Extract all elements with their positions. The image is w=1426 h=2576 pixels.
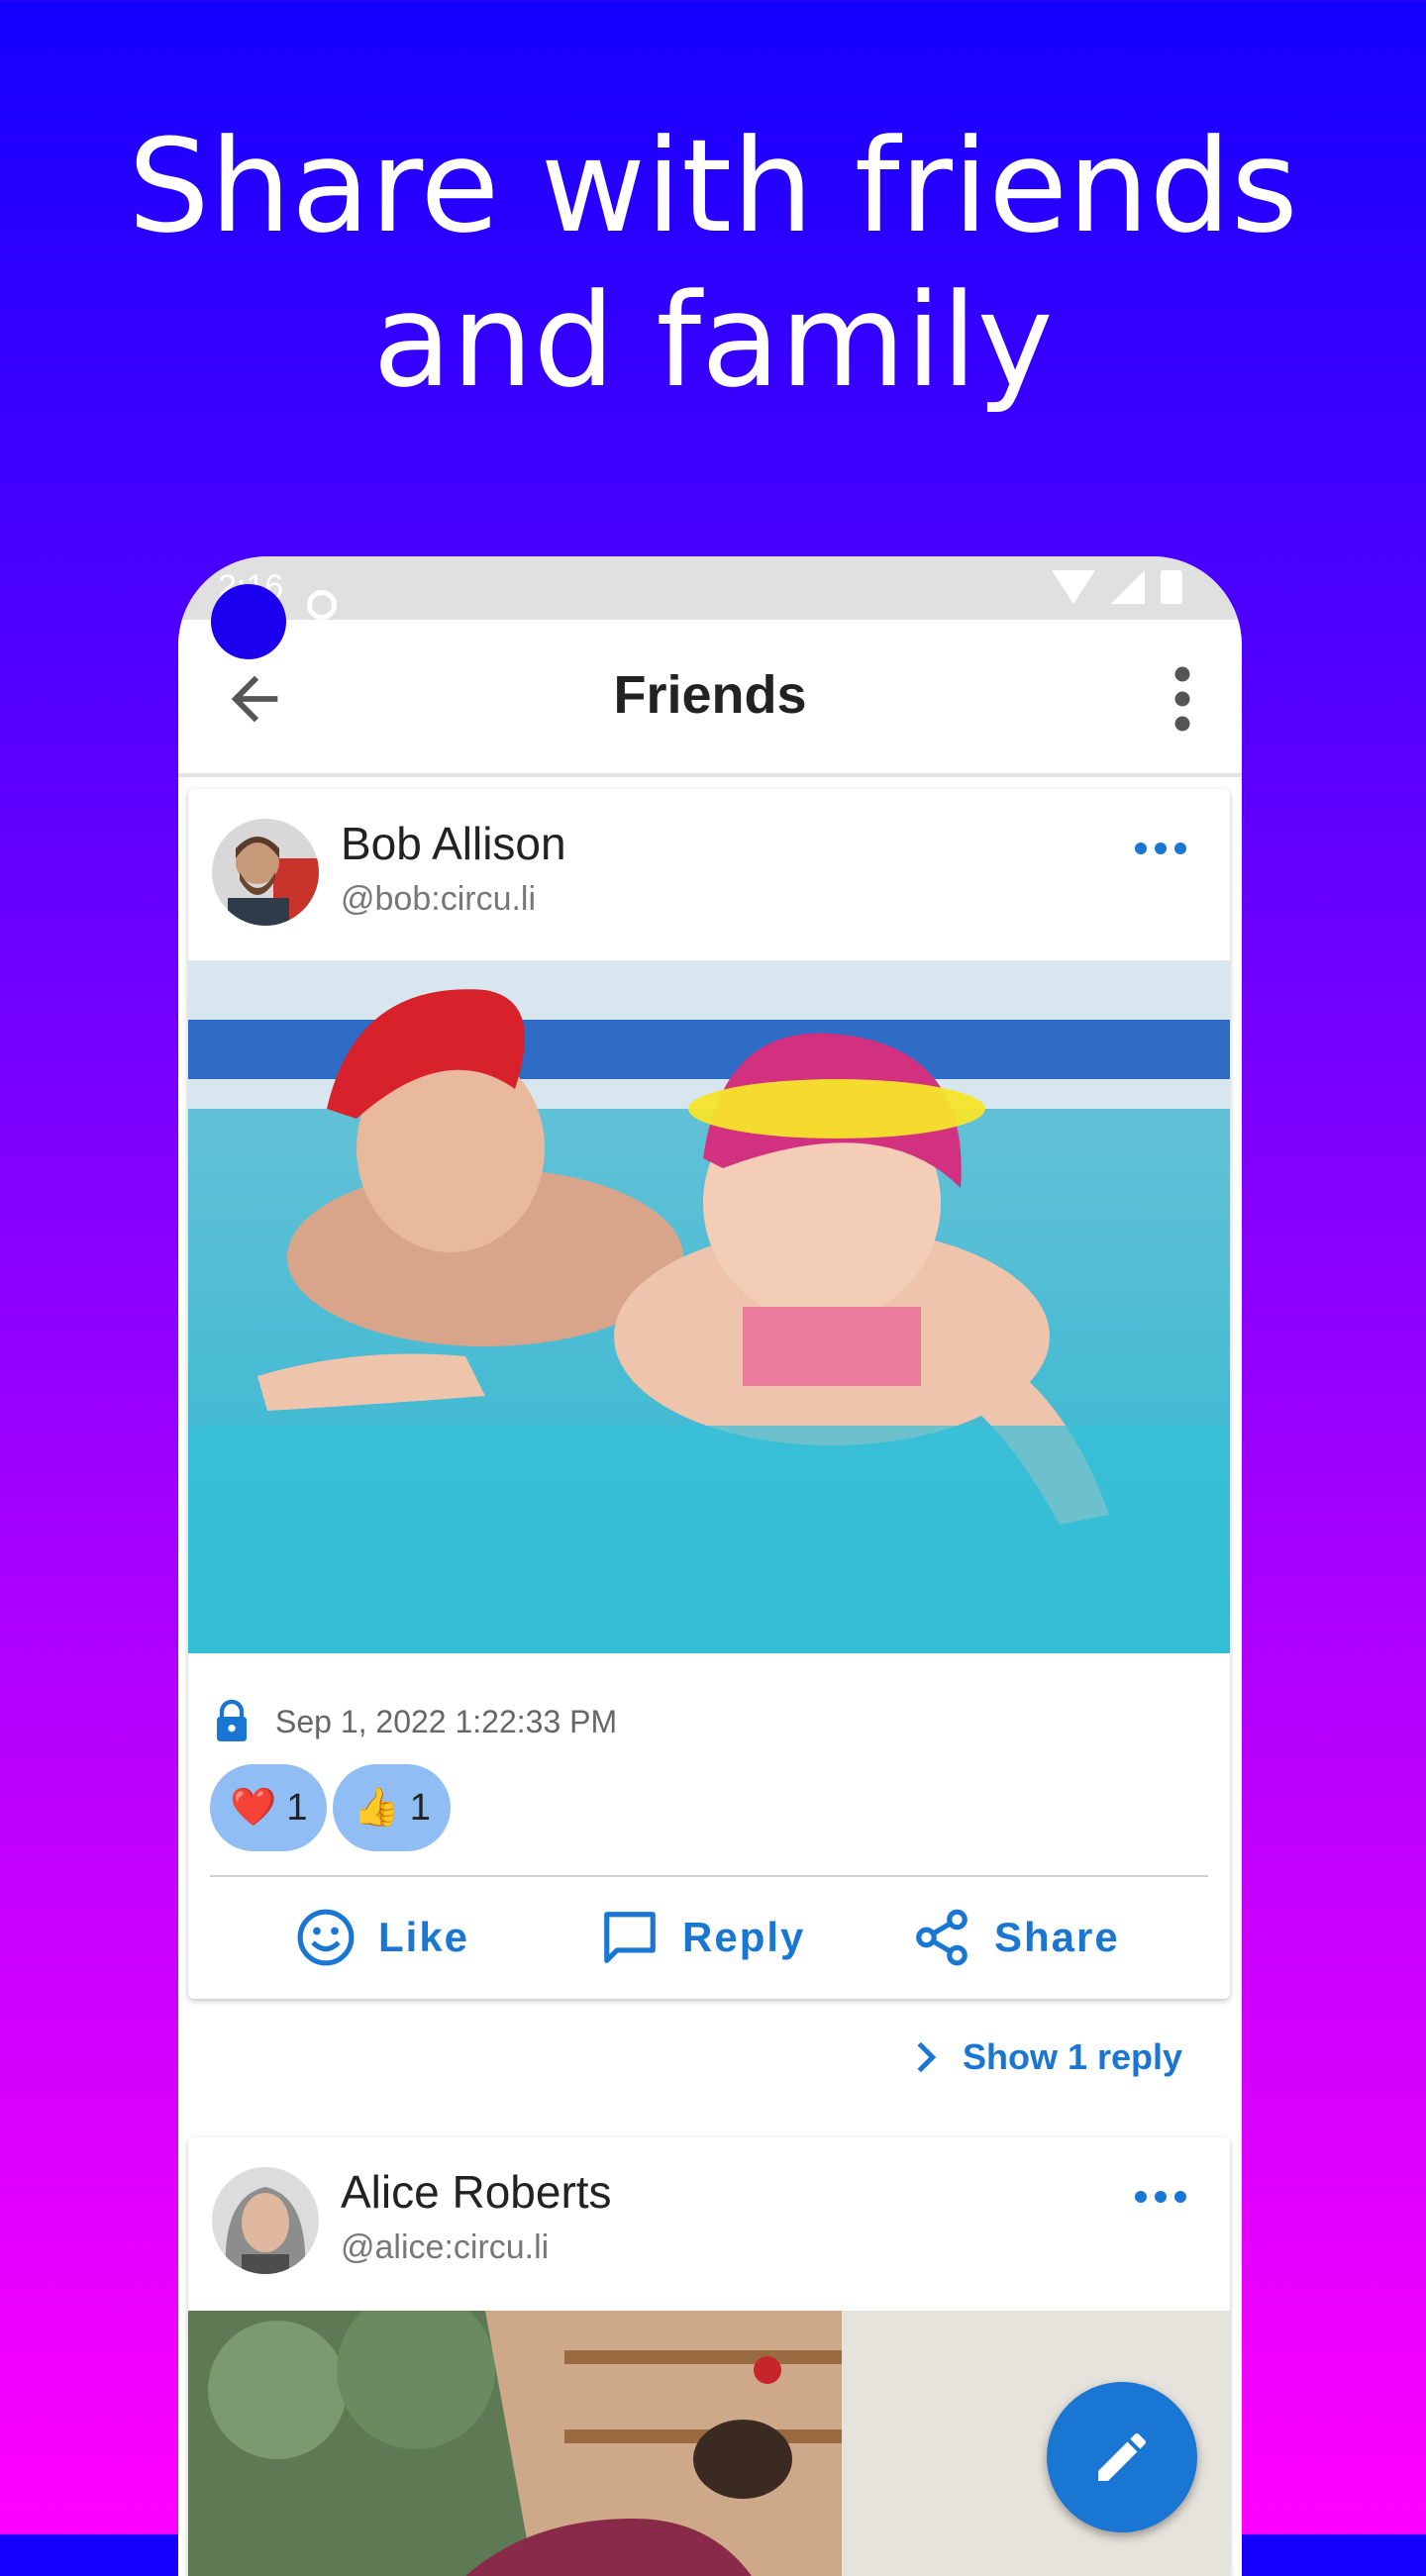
- show-replies-label: Show 1 reply: [963, 2036, 1183, 2077]
- page-title: Friends: [613, 665, 807, 725]
- more-horiz-icon[interactable]: [1135, 2177, 1194, 2217]
- promo-headline: Share with friends and family: [0, 109, 1426, 418]
- thumbs-up-emoji-icon: 👍: [353, 1787, 400, 1829]
- headline-line-1: Share with friends: [128, 111, 1298, 261]
- compose-button[interactable]: [1047, 2382, 1197, 2532]
- post-meta: Sep 1, 2022 1:22:33 PM: [212, 1700, 617, 1743]
- reactions: ❤️ 1 👍 1: [210, 1764, 451, 1851]
- author-handle: @bob:circu.li: [341, 880, 537, 918]
- sync-icon: [307, 590, 337, 620]
- share-icon: [916, 1909, 968, 1966]
- share-label: Share: [994, 1914, 1120, 1960]
- camera-cutout: [211, 584, 286, 659]
- reaction-chip-thumbs-up[interactable]: 👍 1: [333, 1764, 451, 1851]
- post-image[interactable]: [188, 960, 1230, 1653]
- app-bar: Friends: [178, 620, 1242, 777]
- share-button[interactable]: Share: [911, 1888, 1120, 1987]
- reaction-chip-heart[interactable]: ❤️ 1: [210, 1764, 328, 1851]
- author-handle: @alice:circu.li: [341, 2229, 550, 2266]
- show-replies-button[interactable]: Show 1 reply: [911, 2028, 1182, 2087]
- more-horiz-icon[interactable]: [1135, 829, 1194, 868]
- like-label: Like: [378, 1914, 470, 1960]
- author-name[interactable]: Alice Roberts: [341, 2165, 612, 2219]
- smiley-icon: [297, 1909, 355, 1966]
- signal-icon: [1111, 570, 1145, 604]
- author-name[interactable]: Bob Allison: [341, 817, 566, 870]
- avatar[interactable]: [212, 2167, 319, 2274]
- status-bar: 2:16: [178, 556, 1242, 620]
- wifi-icon: [1052, 570, 1095, 604]
- post-timestamp: Sep 1, 2022 1:22:33 PM: [275, 1703, 618, 1739]
- headline-line-2: and family: [372, 265, 1054, 416]
- reply-button[interactable]: Reply: [599, 1888, 805, 1987]
- comment-icon: [604, 1912, 656, 1963]
- lock-icon: [217, 1700, 247, 1741]
- avatar[interactable]: [212, 819, 319, 926]
- status-icons: [1052, 570, 1182, 604]
- battery-icon: [1161, 570, 1182, 604]
- post-actions: Like Reply Share: [188, 1888, 1230, 1987]
- pencil-edit-icon: [1098, 2432, 1147, 2481]
- reaction-count: 1: [409, 1786, 431, 1829]
- more-vert-icon[interactable]: [1163, 664, 1202, 734]
- post-card: Bob Allison @bob:circu.li Sep 1, 2022 1:…: [188, 789, 1230, 1999]
- chevron-right-icon: [917, 2041, 937, 2073]
- divider: [210, 1875, 1208, 1877]
- like-button[interactable]: Like: [295, 1888, 469, 1987]
- reaction-count: 1: [286, 1786, 308, 1829]
- heart-emoji-icon: ❤️: [230, 1787, 277, 1829]
- reply-label: Reply: [682, 1914, 806, 1960]
- phone-frame: 2:16 Friends Bob Allison: [178, 556, 1242, 2576]
